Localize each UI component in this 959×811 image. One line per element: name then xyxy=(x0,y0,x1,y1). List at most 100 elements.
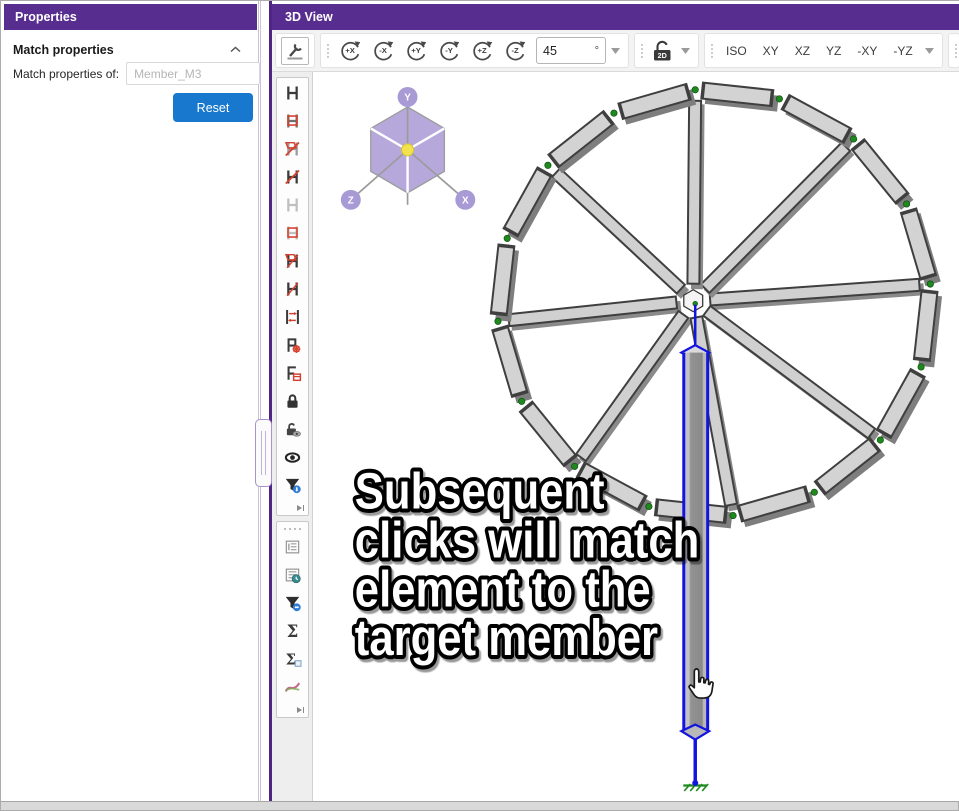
lock-2d-dropdown-arrow-icon[interactable] xyxy=(681,48,690,54)
member-quad-slash-glyph xyxy=(283,140,302,158)
member-offset-icon[interactable] xyxy=(282,308,304,326)
rotate-minusx-button[interactable]: -X xyxy=(368,36,399,65)
rotation-angle-input[interactable] xyxy=(543,44,577,58)
lock-glyph xyxy=(283,392,302,410)
lock-visibility-icon[interactable] xyxy=(282,420,304,438)
properties-panel: Properties Match properties Match proper… xyxy=(1,1,259,801)
member-ghost-box-glyph xyxy=(283,224,302,242)
overlay-text: Subsequent clicks will match element to … xyxy=(355,463,699,667)
view-neg-yz-button[interactable]: -YZ xyxy=(886,38,919,64)
view-iso-button[interactable]: ISO xyxy=(719,38,754,64)
rotation-angle-box: ° xyxy=(536,37,606,64)
summation-detail-glyph: Σ xyxy=(283,650,302,668)
reset-button[interactable]: Reset xyxy=(173,93,253,122)
rotate-minusy-button[interactable]: -Y xyxy=(434,36,465,65)
strip-group-handle[interactable] xyxy=(284,528,301,530)
summation-detail-icon[interactable]: Σ xyxy=(282,650,304,668)
degree-unit: ° xyxy=(595,45,599,57)
lock-visibility-glyph xyxy=(283,420,302,438)
hub-node[interactable] xyxy=(684,290,703,312)
strip-expand-icon[interactable] xyxy=(296,504,305,512)
lock-2d-icon: 2D xyxy=(651,38,674,64)
svg-text:+X: +X xyxy=(345,46,355,55)
rotate-minusz-button[interactable]: -Z xyxy=(500,36,531,65)
strip-group-members xyxy=(276,77,309,516)
member-slash-alt-icon[interactable] xyxy=(282,280,304,298)
member-slash-alt-glyph xyxy=(283,280,302,298)
match-target-input[interactable] xyxy=(126,62,260,85)
rotate-dropdown-arrow-icon[interactable] xyxy=(611,48,620,54)
view-neg-xy-button[interactable]: -XY xyxy=(850,38,884,64)
section-title: Match properties xyxy=(13,43,114,57)
group-drag-handle[interactable] xyxy=(327,44,329,58)
member-slash-glyph xyxy=(283,168,302,186)
properties-title: Properties xyxy=(15,10,77,24)
view-title: 3D View xyxy=(285,10,333,24)
member-quad-icon[interactable] xyxy=(282,252,304,270)
member-box-icon[interactable] xyxy=(282,112,304,130)
rotate-arrow-icon: -Y xyxy=(436,37,463,64)
support-node xyxy=(683,780,708,791)
filter-add-glyph xyxy=(283,476,302,494)
wheel-structure[interactable] xyxy=(495,87,934,521)
axis-y-label: Y xyxy=(404,92,411,103)
rotate-arrow-icon: -Z xyxy=(502,37,529,64)
member-icon[interactable] xyxy=(282,84,304,102)
axis-z-label: Z xyxy=(348,195,354,206)
member-ghost-icon[interactable] xyxy=(282,196,304,214)
node-settings-icon[interactable] xyxy=(282,336,304,354)
rotate-arrow-icon: -X xyxy=(370,37,397,64)
rotate-plusx-button[interactable]: +X xyxy=(335,36,366,65)
node-lock-glyph xyxy=(283,364,302,382)
summation-glyph: Σ xyxy=(283,622,302,640)
view-xy-button[interactable]: XY xyxy=(756,38,786,64)
group-drag-handle[interactable] xyxy=(711,44,713,58)
lock-icon[interactable] xyxy=(282,392,304,410)
panel-splitter[interactable] xyxy=(255,419,272,487)
strip-expand-icon[interactable] xyxy=(296,706,305,714)
node-lock-icon[interactable] xyxy=(282,364,304,382)
report-list-icon[interactable] xyxy=(282,538,304,556)
filter-add-icon[interactable] xyxy=(282,476,304,494)
app-window: Properties Match properties Match proper… xyxy=(0,0,959,811)
lock-2d-button[interactable]: 2D xyxy=(649,37,676,65)
svg-text:target member: target member xyxy=(355,610,658,667)
results-chart-glyph xyxy=(283,678,302,696)
svg-text:+Z: +Z xyxy=(477,46,486,55)
report-refresh-glyph xyxy=(283,566,302,584)
svg-text:-Z: -Z xyxy=(511,46,519,55)
views-dropdown-arrow-icon[interactable] xyxy=(925,48,934,54)
rotate-plusy-button[interactable]: +Y xyxy=(401,36,432,65)
window-bottom-edge xyxy=(1,801,958,810)
toolbar-group-2d-lock: 2D xyxy=(634,33,699,68)
properties-header: Properties xyxy=(4,4,257,30)
match-properties-row: Match properties of: xyxy=(13,61,252,86)
member-quad-slash-icon[interactable] xyxy=(282,140,304,158)
view-settings-button[interactable] xyxy=(281,37,309,65)
match-label: Match properties of: xyxy=(13,67,119,81)
chevron-up-icon[interactable] xyxy=(230,46,241,53)
filter-remove-icon[interactable] xyxy=(282,594,304,612)
viewport-3d[interactable]: Y Z X Subsequent clicks will match eleme… xyxy=(314,72,959,801)
filter-remove-glyph xyxy=(283,594,302,612)
svg-text:2D: 2D xyxy=(658,51,667,60)
group-drag-handle[interactable] xyxy=(955,44,957,58)
view-cube[interactable]: Y Z X xyxy=(341,87,475,210)
member-slash-icon[interactable] xyxy=(282,168,304,186)
results-chart-icon[interactable] xyxy=(282,678,304,696)
member-ghost-box-icon[interactable] xyxy=(282,224,304,242)
node-settings-glyph xyxy=(283,336,302,354)
view-yz-button[interactable]: YZ xyxy=(819,38,848,64)
axis-x-label: X xyxy=(462,195,469,206)
view-xz-button[interactable]: XZ xyxy=(788,38,817,64)
summation-icon[interactable]: Σ xyxy=(282,622,304,640)
report-refresh-icon[interactable] xyxy=(282,566,304,584)
rotate-plusz-button[interactable]: +Z xyxy=(467,36,498,65)
rotate-arrow-icon: +Y xyxy=(403,37,430,64)
group-drag-handle[interactable] xyxy=(641,44,643,58)
visibility-icon[interactable] xyxy=(282,448,304,466)
section-match-properties[interactable]: Match properties xyxy=(1,38,253,61)
svg-text:Σ: Σ xyxy=(287,622,299,640)
svg-text:+Y: +Y xyxy=(411,46,421,55)
view-panel: 3D View +X -X +Y xyxy=(272,1,959,801)
